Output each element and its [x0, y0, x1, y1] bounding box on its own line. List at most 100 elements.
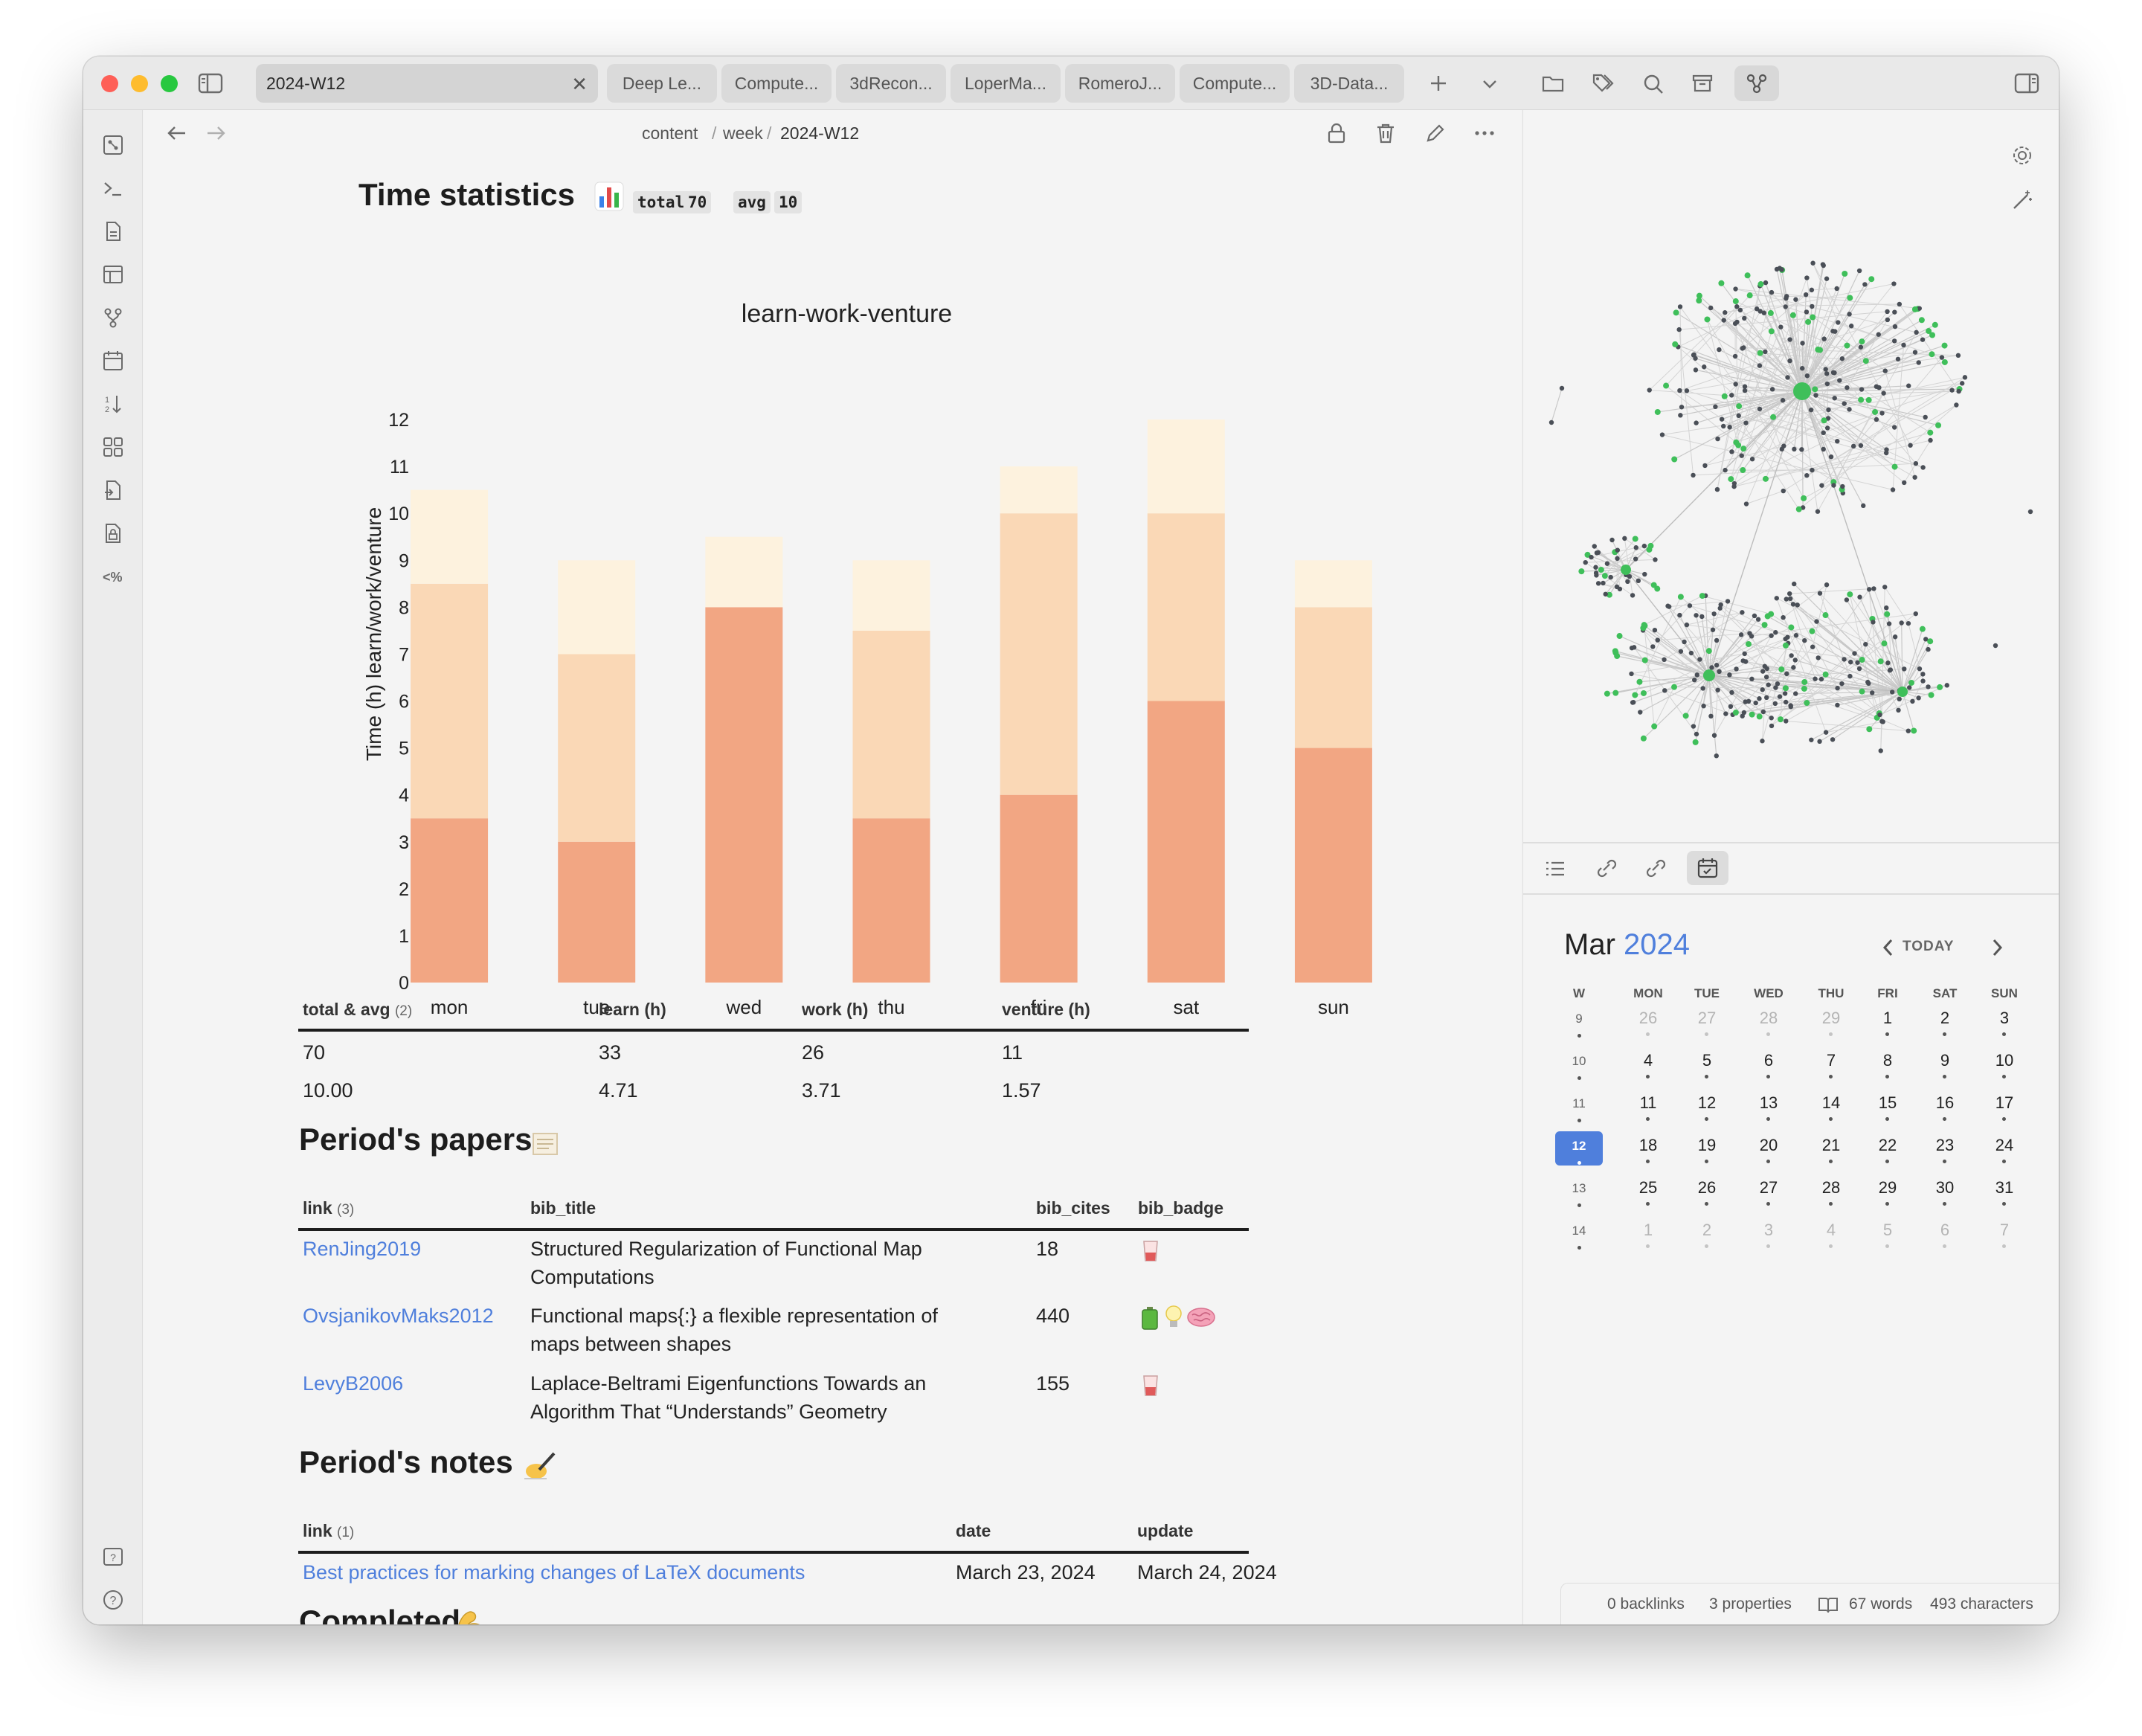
- graph-node[interactable]: [1891, 463, 1898, 470]
- graph-node[interactable]: [1733, 286, 1738, 292]
- graph-node[interactable]: [1941, 359, 1948, 365]
- graph-node[interactable]: [1684, 622, 1690, 628]
- graph-node[interactable]: [1897, 301, 1903, 307]
- graph-node[interactable]: [1907, 685, 1912, 690]
- help-icon[interactable]: ?: [102, 1589, 124, 1611]
- graph-node[interactable]: [1559, 385, 1565, 391]
- graph-node[interactable]: [1679, 405, 1685, 410]
- graph-node[interactable]: [1824, 276, 1830, 281]
- graph-node[interactable]: [1895, 356, 1901, 362]
- graph-node[interactable]: [2027, 509, 2033, 515]
- graph-node[interactable]: [1884, 605, 1889, 611]
- calendar-day[interactable]: 15: [1869, 1093, 1906, 1113]
- graph-node[interactable]: [1714, 663, 1720, 668]
- graph-node[interactable]: [1777, 266, 1783, 271]
- graph-node[interactable]: [1713, 404, 1718, 410]
- graph-node[interactable]: [1793, 633, 1799, 638]
- graph-node[interactable]: [1809, 287, 1815, 293]
- graph-view-tab[interactable]: [1734, 65, 1779, 101]
- graph-node[interactable]: [1892, 324, 1898, 329]
- graph-node[interactable]: [1821, 336, 1827, 341]
- graph-node[interactable]: [1743, 659, 1749, 664]
- graph-node[interactable]: [1734, 666, 1739, 672]
- graph-node[interactable]: [1830, 737, 1836, 742]
- graph-node[interactable]: [1881, 390, 1886, 396]
- tab[interactable]: Compute...: [721, 64, 832, 103]
- graph-node[interactable]: [1682, 639, 1687, 645]
- graph-view-icon[interactable]: [102, 134, 124, 156]
- graph-node[interactable]: [1684, 388, 1690, 393]
- graph-node[interactable]: [1745, 640, 1752, 647]
- graph-node[interactable]: [1908, 443, 1913, 448]
- graph-node[interactable]: [1944, 683, 1949, 688]
- toggle-right-sidebar-icon[interactable]: [2014, 73, 2039, 94]
- breadcrumb-week[interactable]: week: [723, 123, 763, 144]
- papers-header-link[interactable]: link (3): [303, 1198, 354, 1218]
- graph-node[interactable]: [1548, 419, 1554, 425]
- graph-node[interactable]: [1920, 672, 1926, 677]
- tab[interactable]: 3dRecon...: [836, 64, 946, 103]
- graph-node[interactable]: [1871, 586, 1876, 591]
- graph-node[interactable]: [1884, 447, 1889, 452]
- graph-node[interactable]: [1764, 613, 1771, 620]
- graph-node[interactable]: [1676, 327, 1682, 332]
- graph-node[interactable]: [1847, 407, 1852, 412]
- calendar-day[interactable]: 27: [1750, 1178, 1787, 1197]
- graph-node[interactable]: [1809, 737, 1814, 742]
- graph-node[interactable]: [1932, 321, 1938, 328]
- graph-node[interactable]: [1889, 689, 1895, 695]
- graph-node[interactable]: [1887, 668, 1893, 673]
- calendar-day[interactable]: 8: [1869, 1051, 1906, 1070]
- graph-node[interactable]: [1847, 673, 1853, 679]
- graph-node[interactable]: [1911, 727, 1917, 734]
- graph-node[interactable]: [1714, 486, 1720, 492]
- graph-node[interactable]: [1801, 679, 1808, 686]
- graph-node[interactable]: [1633, 545, 1638, 550]
- graph-node[interactable]: [1721, 393, 1728, 399]
- calendar-day[interactable]: 3: [1750, 1221, 1787, 1240]
- graph-node[interactable]: [1926, 646, 1931, 652]
- dashboard-icon[interactable]: [102, 436, 124, 458]
- graph-node[interactable]: [1595, 581, 1601, 586]
- graph-node[interactable]: [1737, 307, 1743, 313]
- tab[interactable]: LoperMa...: [951, 64, 1061, 103]
- graph-node[interactable]: [1795, 506, 1802, 512]
- graph-node[interactable]: [1795, 602, 1800, 608]
- paper-link[interactable]: LevyB2006: [303, 1369, 403, 1398]
- graph-node[interactable]: [1632, 536, 1638, 542]
- graph-node[interactable]: [1659, 432, 1665, 437]
- graph-node[interactable]: [1786, 591, 1792, 597]
- graph-node[interactable]: [1906, 383, 1911, 388]
- graph-node[interactable]: [1641, 543, 1647, 549]
- graph-node[interactable]: [1857, 594, 1862, 599]
- graph-node[interactable]: [1729, 393, 1734, 398]
- graph-node[interactable]: [1589, 554, 1594, 560]
- outgoing-links-icon[interactable]: [1644, 857, 1667, 881]
- graph-node[interactable]: [1955, 353, 1961, 359]
- graph-node[interactable]: [1939, 355, 1945, 360]
- graph-node[interactable]: [1817, 347, 1824, 353]
- graph-node[interactable]: [1782, 642, 1789, 649]
- graph-node[interactable]: [1789, 653, 1794, 658]
- summary-header-venture[interactable]: venture (h): [1002, 1000, 1090, 1020]
- graph-node[interactable]: [1757, 350, 1763, 356]
- graph-node[interactable]: [1677, 304, 1683, 309]
- graph-node[interactable]: [1642, 571, 1647, 577]
- calendar-day[interactable]: 29: [1813, 1009, 1850, 1028]
- graph-node[interactable]: [1721, 423, 1726, 429]
- graph-node[interactable]: [1822, 671, 1829, 678]
- graph-node[interactable]: [1769, 387, 1775, 392]
- graph-hub-node[interactable]: [1621, 565, 1631, 575]
- graph-node[interactable]: [1702, 364, 1707, 370]
- graph-node[interactable]: [1762, 475, 1769, 482]
- graph-node[interactable]: [1959, 381, 1965, 386]
- calendar-day[interactable]: 23: [1926, 1136, 1964, 1155]
- graph-node[interactable]: [1740, 446, 1747, 452]
- graph-node[interactable]: [1787, 337, 1792, 342]
- graph-node[interactable]: [1824, 425, 1830, 431]
- graph-node[interactable]: [1652, 627, 1658, 633]
- graph-node[interactable]: [1654, 585, 1661, 592]
- graph-node[interactable]: [1792, 446, 1797, 452]
- graph-node[interactable]: [1662, 688, 1667, 693]
- calendar-day[interactable]: 26: [1630, 1009, 1667, 1028]
